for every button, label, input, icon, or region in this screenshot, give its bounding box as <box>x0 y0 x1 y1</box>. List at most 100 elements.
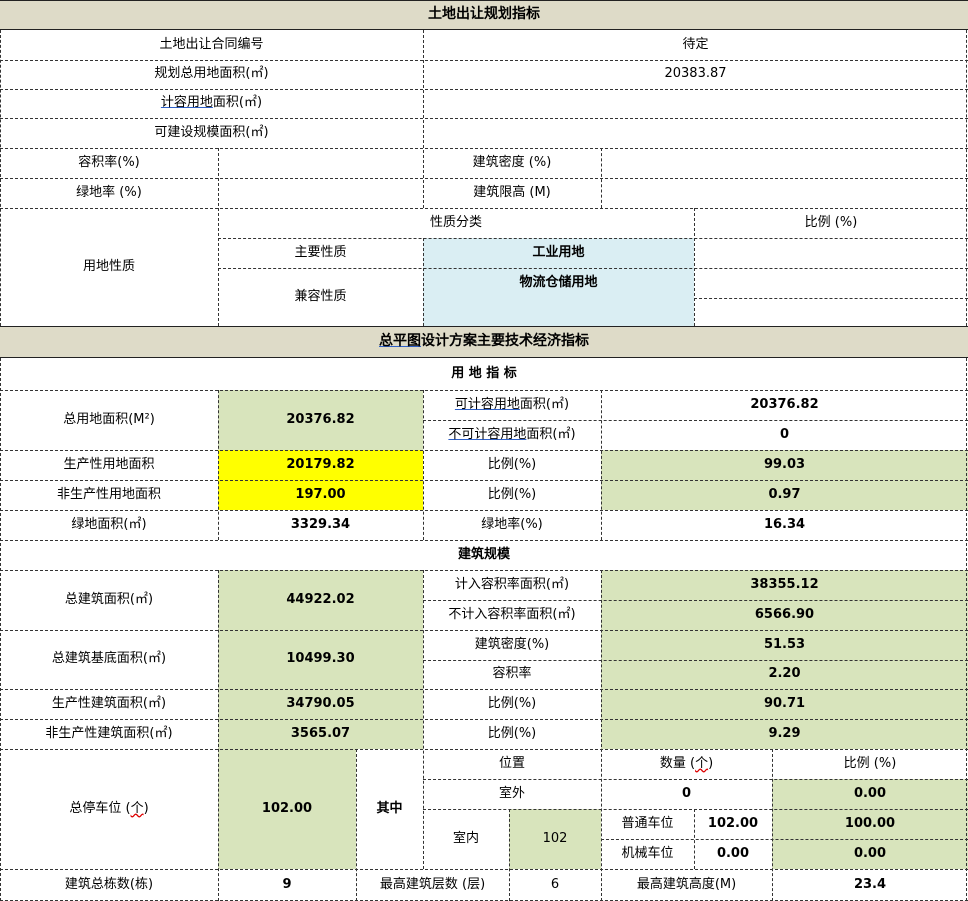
grid-line <box>356 749 357 901</box>
grid-line <box>423 420 968 421</box>
prod-build-value: 34790.05 <box>218 689 423 719</box>
compat-nature-ratio <box>694 268 968 298</box>
compat-nature-value: 物流仓储用地 <box>423 268 694 298</box>
grid-line <box>218 390 219 540</box>
planning-indicators-sheet: 土地出让规划指标 土地出让合同编号 待定 规划总用地面积(㎡) 20383.87… <box>0 0 968 901</box>
grid-line <box>423 809 968 810</box>
calc-area-label-underlined: 计容用地 <box>160 95 213 111</box>
calc-area-value <box>423 89 968 118</box>
green-area-value: 3329.34 <box>218 510 423 540</box>
grid-line <box>423 30 424 208</box>
nonprod-build-ratio-label: 比例(%) <box>423 719 601 749</box>
density-value <box>601 148 968 178</box>
noncalc-land-label-rest: 面积(㎡) <box>526 426 576 442</box>
density2-label: 建筑密度(%) <box>423 630 601 660</box>
green-rate-value <box>218 178 423 208</box>
green-rate-label: 绿地率 (%) <box>0 178 218 208</box>
grid-line <box>601 148 602 208</box>
far-area-label: 计入容积率面积(㎡) <box>423 570 601 600</box>
parking-total-value: 102.00 <box>218 749 356 869</box>
noncalc-land-value: 0 <box>601 420 968 450</box>
calc-land-label-underlined: 可计容用地 <box>454 396 520 412</box>
height-limit-label: 建筑限高 (M) <box>423 178 601 208</box>
nonprod-land-label: 非生产性用地面积 <box>0 480 218 510</box>
grid-line <box>0 749 968 750</box>
parking-label-unit: 个 <box>130 800 144 816</box>
nonfar-area-value: 6566.90 <box>601 600 968 630</box>
grid-line <box>0 89 968 90</box>
grid-line <box>423 390 424 540</box>
far-value <box>218 148 423 178</box>
parking-label: 总停车位 (个) <box>0 749 218 869</box>
grid-line <box>423 570 424 869</box>
build-area-label: 可建设规模面积(㎡) <box>0 118 423 148</box>
max-height-value: 23.4 <box>772 869 968 901</box>
calc-area-label: 计容用地 面积(㎡) <box>0 89 423 118</box>
grid-line <box>601 390 602 540</box>
grid-line <box>0 719 968 720</box>
parking-col-position: 位置 <box>423 749 601 779</box>
nonprod-build-label: 非生产性建筑面积(㎡) <box>0 719 218 749</box>
grid-line <box>423 238 424 326</box>
calc-land-label: 可计容用地 面积(㎡) <box>423 390 601 420</box>
prod-build-label: 生产性建筑面积(㎡) <box>0 689 218 719</box>
contract-value: 待定 <box>423 30 968 60</box>
parking-outdoor-ratio: 0.00 <box>772 779 968 809</box>
grid-line <box>0 510 968 511</box>
grid-line <box>694 208 695 326</box>
parking-normal-label: 普通车位 <box>601 809 694 839</box>
bldg-count-label: 建筑总栋数(栋) <box>0 869 218 901</box>
grid-line <box>0 178 968 179</box>
plan-area-value: 20383.87 <box>423 60 968 89</box>
section-title-underlined: 总平图 <box>379 333 421 350</box>
green-rate2-value: 16.34 <box>601 510 968 540</box>
parking-col-qty-post: ) <box>708 755 714 771</box>
grid-line <box>218 148 219 326</box>
parking-label-pre: 总停车位 ( <box>69 800 131 816</box>
grid-line <box>218 238 968 239</box>
noncalc-land-label-underlined: 不可计容用地 <box>448 426 527 442</box>
grid-line <box>0 60 968 61</box>
parking-mech-ratio: 0.00 <box>772 839 968 869</box>
section-title-scheme-indicators: 总平图 设计方案主要技术经济指标 <box>0 326 968 358</box>
total-land-value: 20376.82 <box>218 390 423 450</box>
calc-land-label-rest: 面积(㎡) <box>519 396 570 412</box>
total-land-label: 总用地面积(M²) <box>0 390 218 450</box>
land-nature-ratio-header: 比例 (%) <box>694 208 968 238</box>
main-nature-value: 工业用地 <box>423 238 694 268</box>
section-title-rest: 设计方案主要技术经济指标 <box>421 333 589 350</box>
height-limit-value <box>601 178 968 208</box>
grid-line <box>0 148 968 149</box>
grid-line <box>509 809 510 901</box>
calc-land-value: 20376.82 <box>601 390 968 420</box>
parking-col-quantity: 数量 (个) <box>601 749 772 779</box>
grid-line <box>0 480 968 481</box>
parking-normal-qty: 102.00 <box>694 809 772 839</box>
contract-label: 土地出让合同编号 <box>0 30 423 60</box>
parking-among-label: 其中 <box>356 749 423 869</box>
grid-line <box>601 839 968 840</box>
green-rate2-label: 绿地率(%) <box>423 510 601 540</box>
calc-area-label-rest: 面积(㎡) <box>212 95 263 111</box>
grid-line <box>0 570 968 571</box>
base-area-label: 总建筑基底面积(㎡) <box>0 630 218 689</box>
max-height-label: 最高建筑高度(M) <box>601 869 772 901</box>
grid-line <box>772 749 773 901</box>
nonprod-land-value: 197.00 <box>218 480 423 510</box>
grid-line <box>0 450 968 451</box>
parking-col-ratio: 比例 (%) <box>772 749 968 779</box>
parking-indoor-label: 室内 <box>423 809 509 869</box>
parking-indoor-qty: 102 <box>509 809 601 869</box>
grid-line <box>601 570 602 901</box>
grid-line <box>0 869 968 870</box>
parking-mech-label: 机械车位 <box>601 839 694 869</box>
nonfar-area-label: 不计入容积率面积(㎡) <box>423 600 601 630</box>
build-area-value <box>423 118 968 148</box>
prod-build-ratio-label: 比例(%) <box>423 689 601 719</box>
land-nature-label: 用地性质 <box>0 208 218 326</box>
compat-nature-ratio-2 <box>694 298 968 326</box>
total-build-value: 44922.02 <box>218 570 423 630</box>
parking-col-qty-pre: 数量 ( <box>659 755 696 771</box>
grid-line <box>0 630 968 631</box>
grid-line <box>0 689 968 690</box>
